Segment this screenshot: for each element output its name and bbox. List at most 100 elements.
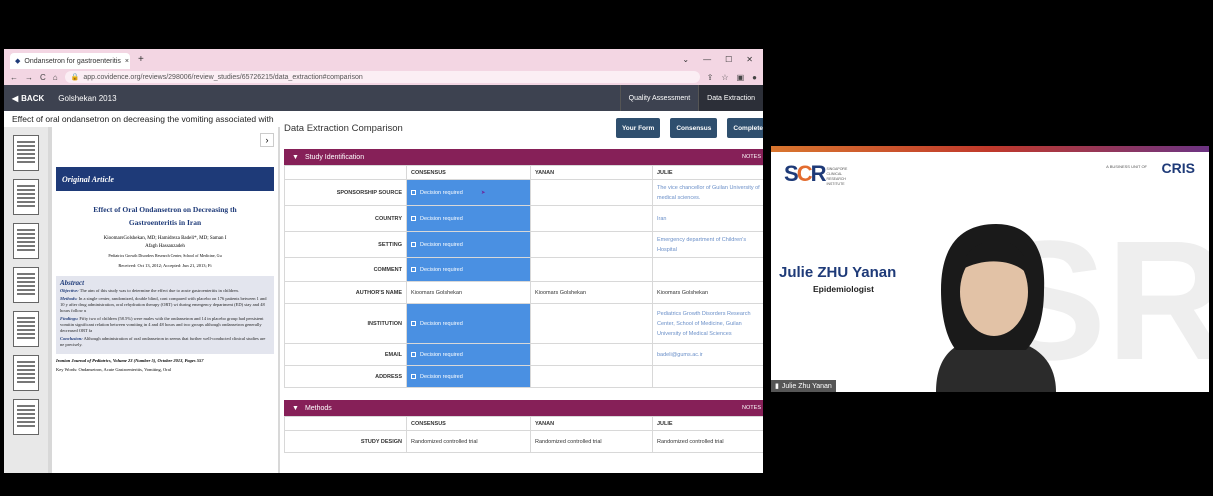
close-window-button[interactable]: ✕ <box>746 55 753 64</box>
received-dates: Received: Oct 13, 2012; Accepted: Jun 21… <box>118 263 212 268</box>
back-button[interactable]: ◀ BACK <box>4 94 52 103</box>
table-row: SETTING Decision required Emergency depa… <box>284 231 763 258</box>
minimize-button[interactable]: — <box>703 55 711 64</box>
tab-data-extraction[interactable]: Data Extraction <box>698 85 763 111</box>
table-row: INSTITUTION Decision required Pediatrics… <box>284 303 763 344</box>
signal-bars-icon: ▮ <box>775 383 779 390</box>
consensus-cell[interactable]: Kioomars Golshekan <box>406 281 531 304</box>
study-identification-table: CONSENSUS YANAN JULIE SPONSORSHIP SOURCE… <box>284 165 763 388</box>
home-icon[interactable]: ⌂ <box>53 73 58 82</box>
page-thumbnail[interactable] <box>13 135 39 171</box>
pdf-page: › Original Article Effect of Oral Ondans… <box>52 127 278 473</box>
decision-cell[interactable]: Decision required ➤ <box>406 179 531 206</box>
row-label: EMAIL <box>284 343 407 366</box>
speaker-name: Julie ZHU Yanan <box>779 264 897 281</box>
decision-cell[interactable]: Decision required <box>406 365 531 388</box>
share-icon[interactable]: ⇪ <box>707 73 714 82</box>
participant-name-tag: ▮ Julie Zhu Yanan <box>771 380 836 392</box>
table-row: SPONSORSHIP SOURCE Decision required ➤ Th… <box>284 179 763 206</box>
julie-cell: Kioomars Golshekan <box>652 281 763 304</box>
chevron-right-icon[interactable]: › <box>260 133 274 147</box>
tab-quality-assessment[interactable]: Quality Assessment <box>619 85 698 111</box>
yanan-cell <box>530 179 653 206</box>
row-label: COMMENT <box>284 257 407 282</box>
column-header-consensus: CONSENSUS <box>406 165 531 180</box>
abstract-paragraph: Objective: The aim of this study was to … <box>60 288 239 293</box>
page-thumbnail[interactable] <box>13 223 39 259</box>
video-banner-stripe <box>771 146 1209 152</box>
covidence-favicon-icon: ◆ <box>15 58 21 65</box>
decision-cell[interactable]: Decision required <box>406 303 531 344</box>
browser-tab[interactable]: ◆ Ondansetron for gastroenteritis × <box>10 53 130 69</box>
complete-button[interactable]: Complete <box>727 118 763 138</box>
page-thumbnail[interactable] <box>13 267 39 303</box>
abstract-heading: Abstract <box>60 279 85 287</box>
decision-cell[interactable]: Decision required <box>406 343 531 366</box>
edit-icon <box>411 215 416 221</box>
maximize-button[interactable]: ☐ <box>725 55 732 64</box>
new-tab-button[interactable]: + <box>138 54 144 65</box>
yanan-cell <box>530 365 653 388</box>
page-thumbnail[interactable] <box>13 311 39 347</box>
notes-label[interactable]: NOTES <box>742 405 763 411</box>
page-thumbnail[interactable] <box>13 399 39 435</box>
column-header-consensus: CONSENSUS <box>406 416 531 431</box>
forward-arrow-icon[interactable]: → <box>25 73 33 82</box>
tab-search-icon[interactable]: ⌄ <box>682 55 689 64</box>
bookmark-star-icon[interactable]: ☆ <box>721 73 728 82</box>
extensions-icon[interactable]: ▣ <box>737 73 745 82</box>
shared-screen: ◆ Ondansetron for gastroenteritis × + ⌄ … <box>4 49 763 473</box>
table-row: COUNTRY Decision required Iran <box>284 205 763 232</box>
table-row: COMMENT Decision required <box>284 257 763 282</box>
edit-icon <box>411 241 416 247</box>
authors-line: Afagh Hassanzadeh <box>145 244 185 249</box>
column-header-label <box>284 416 407 431</box>
edit-icon <box>411 320 416 326</box>
back-arrow-icon[interactable]: ← <box>10 73 18 82</box>
speaker-role: Epidemiologist <box>813 284 874 294</box>
study-title: Golshekan 2013 <box>58 93 117 103</box>
table-row: ADDRESS Decision required <box>284 365 763 388</box>
notes-label[interactable]: NOTES <box>742 154 763 160</box>
original-article-banner: Original Article <box>56 167 274 191</box>
tab-title: Ondansetron for gastroenteritis <box>24 57 121 65</box>
document-title: Effect of oral ondansetron on decreasing… <box>4 111 274 127</box>
url-field[interactable]: 🔒 app.covidence.org/reviews/298006/revie… <box>64 71 700 83</box>
close-tab-icon[interactable]: × <box>125 58 129 65</box>
table-row: AUTHOR'S NAME Kioomars Golshekan Kioomar… <box>284 281 763 304</box>
decision-cell[interactable]: Decision required <box>406 205 531 232</box>
row-label: STUDY DESIGN <box>284 430 407 453</box>
lock-icon: 🔒 <box>70 74 80 81</box>
article-authors: KioomarsGolshekan, MD; Hamidreza Badeli*… <box>56 235 274 251</box>
page-thumbnail[interactable] <box>13 179 39 215</box>
pdf-viewer[interactable]: › Original Article Effect of Oral Ondans… <box>48 127 280 473</box>
yanan-cell <box>530 231 653 258</box>
back-arrow-icon: ◀ <box>12 93 19 103</box>
your-form-button[interactable]: Your Form <box>615 118 661 138</box>
decision-cell[interactable]: Decision required <box>406 257 531 282</box>
yanan-cell <box>530 343 653 366</box>
section-name: Methods <box>304 404 332 412</box>
julie-cell: Pediatrics Growth Disorders Research Cen… <box>652 303 763 344</box>
profile-icon[interactable]: ● <box>752 73 757 82</box>
participant-label: Julie Zhu Yanan <box>781 382 832 390</box>
julie-cell <box>652 365 763 388</box>
yanan-cell: Kioomars Golshekan <box>530 281 653 304</box>
julie-cell: Emergency department of Children's Hospi… <box>652 231 763 258</box>
row-label: INSTITUTION <box>284 303 407 344</box>
collapse-triangle-icon: ▼ <box>292 404 299 412</box>
abstract-box: Abstract Objective: The aim of this stud… <box>56 276 274 354</box>
decision-cell[interactable]: Decision required <box>406 231 531 258</box>
comparison-panel: Data Extraction Comparison Your Form Con… <box>280 111 763 473</box>
participant-video[interactable]: SCR SINGAPORE CLINICAL RESEARCH INSTITUT… <box>771 146 1209 392</box>
table-row: EMAIL Decision required badeli@gums.ac.i… <box>284 343 763 366</box>
reload-icon[interactable]: C <box>40 73 46 82</box>
yanan-cell <box>530 257 653 282</box>
consensus-button[interactable]: Consensus <box>670 118 718 138</box>
julie-cell: Randomized controlled trial <box>652 430 763 453</box>
section-methods[interactable]: ▼ Methods NOTES <box>284 400 763 416</box>
page-thumbnail[interactable] <box>13 355 39 391</box>
mouse-cursor-icon: ➤ <box>480 189 486 196</box>
consensus-cell[interactable]: Randomized controlled trial <box>406 430 531 453</box>
section-study-identification[interactable]: ▼ Study Identification NOTES <box>284 149 763 165</box>
